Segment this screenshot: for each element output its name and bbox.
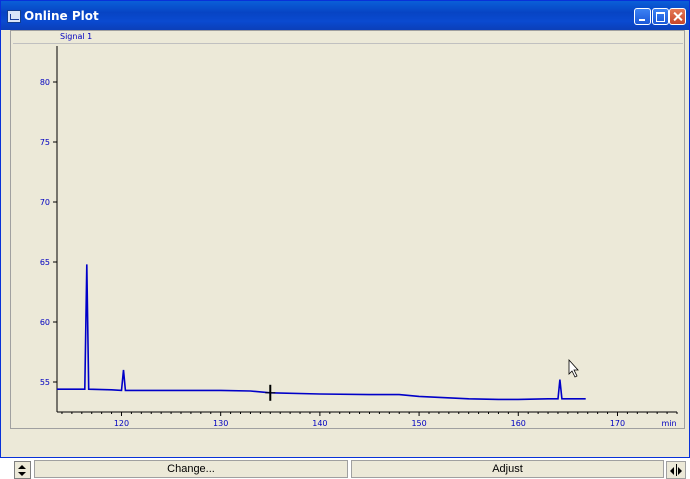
y-tick-label: 65 (40, 258, 50, 267)
y-tick-label: 80 (40, 78, 50, 87)
x-tick-label: 160 (511, 419, 526, 428)
minimize-icon[interactable] (634, 8, 651, 25)
mouse-pointer-icon (568, 358, 579, 378)
left-right-arrows-icon[interactable] (666, 461, 686, 479)
maximize-icon[interactable] (652, 8, 669, 25)
x-tick-label: 170 (610, 419, 625, 428)
x-tick-label: 140 (312, 419, 327, 428)
up-down-arrows-icon[interactable] (14, 461, 31, 479)
x-tick-label: 150 (411, 419, 426, 428)
x-tick-label: 130 (213, 419, 228, 428)
spin-down-arrow-icon[interactable] (18, 472, 26, 476)
x-unit-label: min (661, 419, 676, 428)
spin-up-arrow-icon[interactable] (18, 465, 26, 469)
plot-client-area: Signal 1 55 60 65 70 75 80 120 130 140 150 160 170 m… (5, 30, 686, 479)
pan-divider (676, 464, 677, 476)
y-tick-label: 60 (40, 318, 50, 327)
online-plot-window: Online Plot Signal 1 55 60 65 70 75 80 120 130 1… (0, 0, 690, 479)
plot-window-icon[interactable] (7, 10, 21, 23)
y-tick-label: 55 (40, 378, 50, 387)
title-bar[interactable]: Online Plot (1, 1, 689, 30)
y-tick-label: 75 (40, 138, 50, 147)
x-tick-label: 120 (114, 419, 129, 428)
change-button[interactable]: Change... (34, 460, 348, 478)
close-icon[interactable] (669, 8, 686, 25)
window-title: Online Plot (24, 9, 99, 23)
adjust-button[interactable]: Adjust (351, 460, 664, 478)
y-tick-label: 70 (40, 198, 50, 207)
signal-trace-line (57, 264, 586, 401)
signal-chart[interactable]: 55 60 65 70 75 80 120 130 140 150 160 170 min (5, 30, 685, 430)
